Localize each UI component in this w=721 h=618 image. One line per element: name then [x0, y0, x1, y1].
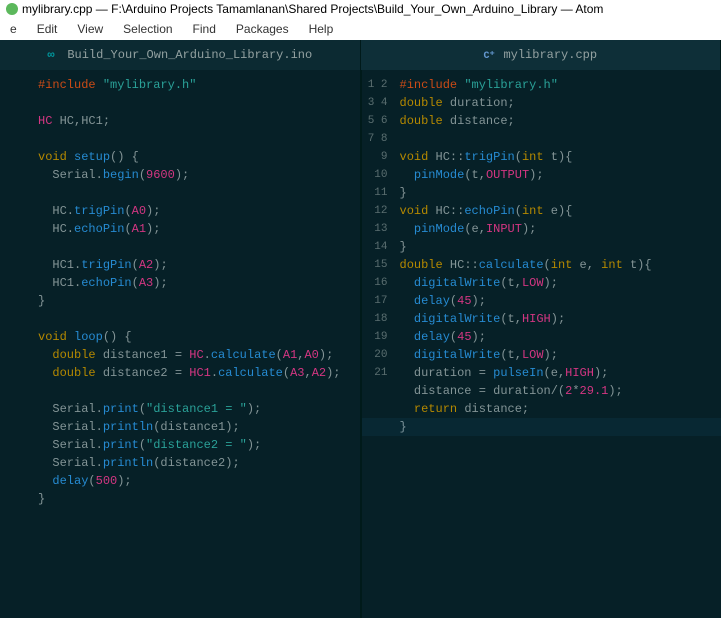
- gutter-left: [0, 70, 34, 618]
- right-pane[interactable]: 1 2 3 4 5 6 7 8 9 10 11 12 13 14 15 16 1…: [362, 70, 721, 618]
- tab-label: mylibrary.cpp: [503, 48, 597, 62]
- window-title: mylibrary.cpp — F:\Arduino Projects Tama…: [22, 2, 603, 16]
- editor-split: #include "mylibrary.h" HC HC,HC1; void s…: [0, 70, 721, 618]
- arduino-icon: [47, 48, 61, 62]
- menu-item-help[interactable]: Help: [299, 20, 344, 38]
- cpp-icon: [483, 48, 497, 62]
- left-pane[interactable]: #include "mylibrary.h" HC HC,HC1; void s…: [0, 70, 362, 618]
- tab-cpp-file[interactable]: mylibrary.cpp: [361, 40, 721, 70]
- code-right[interactable]: #include "mylibrary.h" double duration; …: [396, 70, 721, 618]
- menu-bar: eEditViewSelectionFindPackagesHelp: [0, 18, 721, 40]
- menu-item-e[interactable]: e: [0, 20, 27, 38]
- tab-label: Build_Your_Own_Arduino_Library.ino: [67, 48, 312, 62]
- code-left[interactable]: #include "mylibrary.h" HC HC,HC1; void s…: [34, 70, 360, 618]
- menu-item-view[interactable]: View: [67, 20, 113, 38]
- tab-ino-file[interactable]: Build_Your_Own_Arduino_Library.ino: [0, 40, 361, 70]
- atom-app-icon: [6, 3, 18, 15]
- gutter-right: 1 2 3 4 5 6 7 8 9 10 11 12 13 14 15 16 1…: [362, 70, 396, 618]
- menu-item-packages[interactable]: Packages: [226, 20, 299, 38]
- title-bar: mylibrary.cpp — F:\Arduino Projects Tama…: [0, 0, 721, 18]
- menu-item-find[interactable]: Find: [183, 20, 226, 38]
- menu-item-selection[interactable]: Selection: [113, 20, 182, 38]
- editor-tabs: Build_Your_Own_Arduino_Library.ino mylib…: [0, 40, 721, 70]
- menu-item-edit[interactable]: Edit: [27, 20, 68, 38]
